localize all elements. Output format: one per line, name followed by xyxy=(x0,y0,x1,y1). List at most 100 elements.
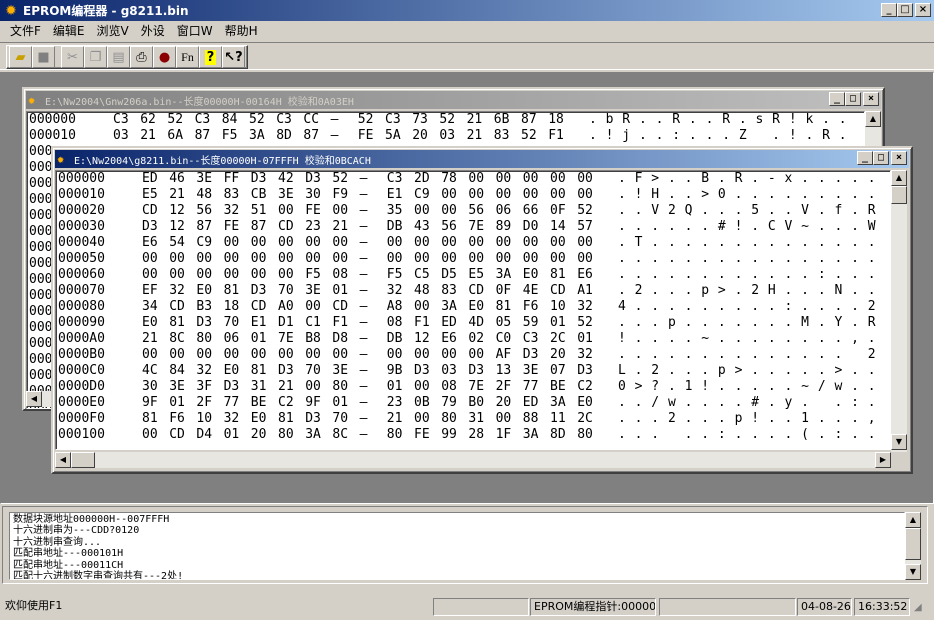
hex-byte[interactable]: 78 xyxy=(441,171,457,187)
hex-byte[interactable]: C2 xyxy=(577,379,593,395)
hex-byte[interactable]: E0 xyxy=(468,299,484,315)
hex-separator[interactable]: – xyxy=(331,128,339,144)
hex-byte[interactable]: 83 xyxy=(494,128,510,144)
hex-byte[interactable]: 12 xyxy=(169,219,185,235)
hex-byte[interactable]: E5 xyxy=(468,267,484,283)
hex-byte[interactable]: E6 xyxy=(142,235,158,251)
hex-byte[interactable]: 00 xyxy=(496,251,512,267)
hex-byte[interactable]: CD xyxy=(142,203,158,219)
hex-byte[interactable]: 00 xyxy=(577,187,593,203)
hex-byte[interactable]: 3A xyxy=(441,299,457,315)
hex-byte[interactable]: 81 xyxy=(169,315,185,331)
hex-byte[interactable]: 8D xyxy=(550,427,566,443)
hex-byte[interactable]: 99 xyxy=(441,427,457,443)
hex-byte[interactable]: F1 xyxy=(414,315,430,331)
hex-byte[interactable]: 00 xyxy=(196,251,212,267)
menu-file[interactable]: 文件F xyxy=(4,22,47,40)
menu-help[interactable]: 帮助H xyxy=(219,22,264,40)
hex-byte[interactable]: 73 xyxy=(412,112,428,128)
hex-byte[interactable]: 42 xyxy=(278,171,294,187)
hex-byte[interactable]: 70 xyxy=(224,315,240,331)
front-close-button[interactable]: × xyxy=(891,151,907,165)
hex-byte[interactable]: 80 xyxy=(196,331,212,347)
hex-byte[interactable]: 2C xyxy=(550,331,566,347)
hex-byte[interactable]: 20 xyxy=(496,395,512,411)
hex-byte[interactable]: D4 xyxy=(196,427,212,443)
hex-byte[interactable]: 3A xyxy=(305,427,321,443)
hex-byte[interactable]: 3E xyxy=(169,379,185,395)
hex-byte[interactable]: 06 xyxy=(224,331,240,347)
size-grip[interactable]: ◢ xyxy=(914,602,922,613)
hex-byte[interactable]: 00 xyxy=(278,251,294,267)
hex-byte[interactable]: E6 xyxy=(441,331,457,347)
hex-byte[interactable]: 8C xyxy=(169,331,185,347)
hex-byte[interactable]: DB xyxy=(387,219,403,235)
hex-separator[interactable]: – xyxy=(360,219,368,235)
hex-byte[interactable]: 00 xyxy=(251,235,267,251)
hex-byte[interactable]: 02 xyxy=(468,331,484,347)
hex-separator[interactable]: – xyxy=(360,315,368,331)
hex-byte[interactable]: 87 xyxy=(303,128,319,144)
hex-byte[interactable]: D3 xyxy=(251,171,267,187)
hex-byte[interactable]: 13 xyxy=(496,363,512,379)
hex-byte[interactable]: 20 xyxy=(251,427,267,443)
hex-byte[interactable]: 3E xyxy=(196,171,212,187)
hex-byte[interactable]: 80 xyxy=(332,379,348,395)
hex-byte[interactable]: 89 xyxy=(496,219,512,235)
hex-row[interactable]: 000020 CD 12 56 32 51 00 FE 00–35 00 00 56 06 66 0F 52.… xyxy=(56,203,890,219)
hex-byte[interactable]: B8 xyxy=(305,331,321,347)
hex-byte[interactable]: C3 xyxy=(113,112,129,128)
close-button[interactable]: × xyxy=(915,3,931,17)
log-output[interactable]: 数据块源地址000000H--007FFFH 十六进制串为---CDD?0120 十… xyxy=(9,512,905,580)
hex-byte[interactable]: 3A xyxy=(496,267,512,283)
hex-byte[interactable]: E0 xyxy=(577,395,593,411)
hex-byte[interactable]: 56 xyxy=(468,203,484,219)
hex-byte[interactable]: D3 xyxy=(305,171,321,187)
fn-button[interactable]: Fn xyxy=(176,46,199,68)
hex-byte[interactable]: C1 xyxy=(305,315,321,331)
hex-byte[interactable]: 21 xyxy=(467,112,483,128)
menu-edit[interactable]: 编辑E xyxy=(47,22,91,40)
hex-byte[interactable]: 21 xyxy=(142,331,158,347)
hex-byte[interactable]: E0 xyxy=(196,283,212,299)
minimize-button[interactable]: _ xyxy=(881,3,897,17)
hex-byte[interactable]: E0 xyxy=(523,267,539,283)
hex-byte[interactable]: CD xyxy=(278,219,294,235)
hex-byte[interactable]: 21 xyxy=(140,128,156,144)
hex-byte[interactable]: 00 xyxy=(169,347,185,363)
hex-byte[interactable]: 3F xyxy=(196,379,212,395)
hex-byte[interactable]: 00 xyxy=(224,235,240,251)
hex-byte[interactable]: E6 xyxy=(577,267,593,283)
app-title-bar[interactable]: ✹ EPROM编程器 - g8211.bin _ □ × xyxy=(0,0,934,21)
hex-byte[interactable]: 70 xyxy=(332,411,348,427)
hex-byte[interactable]: F1 xyxy=(548,128,564,144)
hex-byte[interactable]: 00 xyxy=(305,235,321,251)
hex-byte[interactable]: F5 xyxy=(222,128,238,144)
front-maximize-button[interactable]: □ xyxy=(873,151,889,165)
hex-byte[interactable]: 66 xyxy=(523,203,539,219)
hex-byte[interactable]: 07 xyxy=(550,363,566,379)
hex-byte[interactable]: 00 xyxy=(441,203,457,219)
log-scroll-up-button[interactable]: ▲ xyxy=(905,512,921,528)
hex-byte[interactable]: 00 xyxy=(550,235,566,251)
hex-byte[interactable]: 84 xyxy=(169,363,185,379)
copy-button[interactable]: ❐ xyxy=(84,46,107,68)
hex-byte[interactable]: 7E xyxy=(468,219,484,235)
hex-row[interactable]: 000080 34 CD B3 18 CD A0 00 CD – A8 00 3A E0 81 F6 10 32 4… xyxy=(56,299,890,315)
menu-peripheral[interactable]: 外设 xyxy=(135,22,171,40)
hex-byte[interactable]: 80 xyxy=(577,427,593,443)
hex-byte[interactable]: 52 xyxy=(167,112,183,128)
hex-byte[interactable]: 70 xyxy=(278,283,294,299)
hex-byte[interactable]: 01 xyxy=(387,379,403,395)
hex-byte[interactable]: 00 xyxy=(169,251,185,267)
hex-byte[interactable]: 23 xyxy=(305,219,321,235)
hex-byte[interactable]: 0B xyxy=(414,395,430,411)
hex-byte[interactable]: 32 xyxy=(169,283,185,299)
hex-row[interactable]: 000050 00 00 00 00 00 00 00 00–00 00 00 00 00 00 00 00.… xyxy=(56,251,890,267)
hex-byte[interactable]: 57 xyxy=(577,219,593,235)
hex-byte[interactable]: 4C xyxy=(142,363,158,379)
hex-byte[interactable]: D5 xyxy=(441,267,457,283)
hex-byte[interactable]: 7E xyxy=(278,331,294,347)
front-scroll-left-button[interactable]: ◀ xyxy=(55,452,71,468)
hex-byte[interactable]: 00 xyxy=(278,347,294,363)
